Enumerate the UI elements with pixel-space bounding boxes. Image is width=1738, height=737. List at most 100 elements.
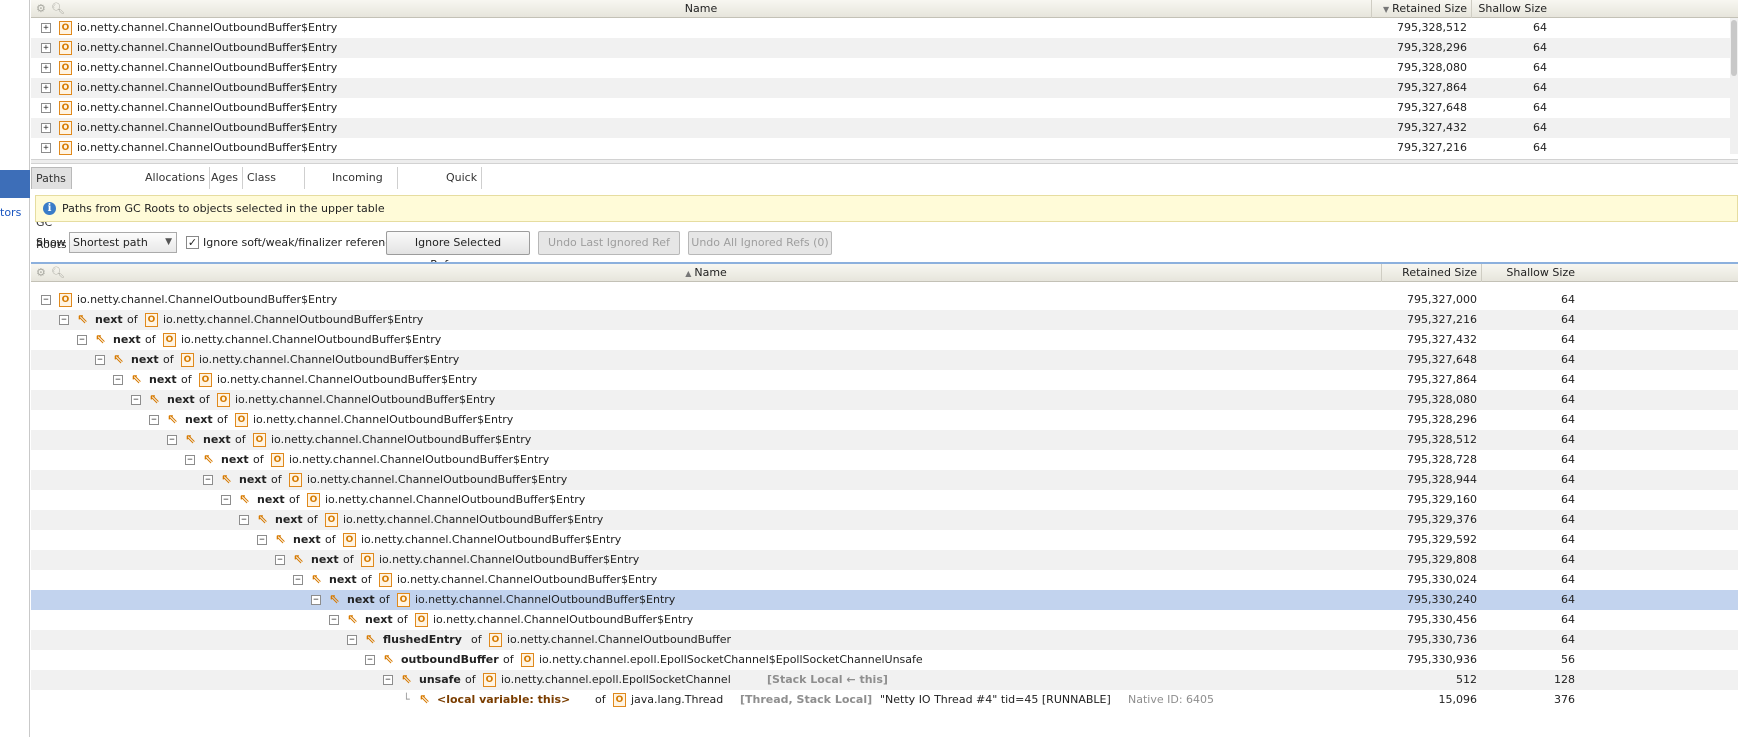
lower-col-shallow[interactable]: Shallow Size (1481, 264, 1581, 282)
collapse-icon[interactable]: − (77, 335, 87, 345)
expand-icon[interactable]: + (41, 103, 51, 113)
table-row[interactable]: − ⇖ next of Oio.netty.channel.ChannelOutboun… (31, 530, 1738, 550)
object-icon: O (217, 393, 230, 407)
collapse-icon[interactable]: − (329, 615, 339, 625)
table-row[interactable]: + Oio.netty.channel.ChannelOutboundBuffer… (31, 138, 1738, 158)
table-row[interactable]: − ⇖ next of Oio.netty.channel.ChannelOutboun… (31, 350, 1738, 370)
row-class-name: io.netty.channel.ChannelOutboundBuffer$E… (77, 61, 338, 74)
table-row[interactable]: − ⇖ next of Oio.netty.channel.ChannelOutboun… (31, 450, 1738, 470)
undo-all-button[interactable]: Undo All Ignored Refs (0) (688, 231, 832, 255)
upper-col-name[interactable]: Name (31, 0, 1371, 18)
tab-quick-info[interactable]: Quick Info (442, 167, 483, 206)
collapse-icon[interactable]: − (59, 315, 69, 325)
row-retained-size: 795,328,080 (1407, 393, 1477, 406)
table-row[interactable]: − ⇖ unsafe of Oio.netty.channel.epoll.EpollS… (31, 670, 1738, 690)
collapse-icon[interactable]: − (275, 555, 285, 565)
tab-paths-from-gc-roots[interactable]: Paths from GC Roots (31, 167, 72, 251)
tree-connector: └ (403, 693, 410, 706)
object-icon: O (397, 593, 410, 607)
expand-icon[interactable]: + (41, 83, 51, 93)
table-row[interactable]: − ⇖ next of Oio.netty.channel.ChannelOutboun… (31, 550, 1738, 570)
show-select[interactable]: Shortest path ▼ (69, 232, 177, 253)
table-row[interactable]: − ⇖ next of Oio.netty.channel.ChannelOutboun… (31, 490, 1738, 510)
row-class-name: io.netty.channel.ChannelOutboundBuffer$E… (199, 353, 460, 366)
field-name: next (311, 553, 339, 566)
collapse-icon[interactable]: − (149, 415, 159, 425)
table-row[interactable]: − ⇖ next of Oio.netty.channel.ChannelOutboun… (31, 410, 1738, 430)
table-row[interactable]: − ⇖ next of Oio.netty.channel.ChannelOutboun… (31, 430, 1738, 450)
table-row[interactable]: − ⇖ next of Oio.netty.channel.ChannelOutboun… (31, 370, 1738, 390)
expand-icon[interactable]: + (41, 63, 51, 73)
collapse-icon[interactable]: − (383, 675, 393, 685)
field-name: next (95, 313, 123, 326)
object-icon: O (235, 413, 248, 427)
reference-arrow-icon: ⇖ (401, 672, 412, 687)
tab-allocations[interactable]: Allocations (141, 167, 210, 189)
collapse-icon[interactable]: − (293, 575, 303, 585)
lower-col-name[interactable]: ▲ Name (31, 264, 1381, 282)
row-shallow-size: 64 (1561, 593, 1575, 606)
upper-scroll-thumb[interactable] (1731, 20, 1737, 76)
undo-last-button[interactable]: Undo Last Ignored Ref (538, 231, 680, 255)
lower-col-retained[interactable]: Retained Size (1381, 264, 1481, 282)
expand-icon[interactable]: + (41, 43, 51, 53)
table-row[interactable]: + Oio.netty.channel.ChannelOutboundBuffer… (31, 118, 1738, 138)
upper-col-retained[interactable]: ▼ Retained Size (1371, 0, 1471, 18)
table-row[interactable]: − ⇖ next of Oio.netty.channel.ChannelOutboun… (31, 570, 1738, 590)
ignore-soft-checkbox[interactable]: ✓ (186, 236, 199, 249)
table-row[interactable]: − ⇖ next of Oio.netty.channel.ChannelOutboun… (31, 610, 1738, 630)
collapse-icon[interactable]: − (41, 295, 51, 305)
table-row[interactable]: + Oio.netty.channel.ChannelOutboundBuffer… (31, 58, 1738, 78)
of-label: of (253, 453, 264, 466)
expand-icon[interactable]: + (41, 143, 51, 153)
splitter[interactable] (31, 159, 1738, 164)
table-row[interactable]: − ⇖ next of Oio.netty.channel.ChannelOutboun… (31, 590, 1738, 610)
row-retained-size: 795,327,432 (1407, 333, 1477, 346)
upper-col-shallow[interactable]: Shallow Size (1471, 0, 1551, 18)
ignore-selected-button[interactable]: Ignore Selected Reference (386, 231, 530, 271)
collapse-icon[interactable]: − (131, 395, 141, 405)
collapse-icon[interactable]: − (239, 515, 249, 525)
field-name: next (149, 373, 177, 386)
collapse-icon[interactable]: − (257, 535, 267, 545)
table-row[interactable]: + Oio.netty.channel.ChannelOutboundBuffer… (31, 78, 1738, 98)
collapse-icon[interactable]: − (95, 355, 105, 365)
row-class-name: io.netty.channel.ChannelOutboundBuffer (507, 633, 732, 646)
table-row[interactable]: + Oio.netty.channel.ChannelOutboundBuffer… (31, 18, 1738, 38)
expand-icon[interactable]: + (41, 23, 51, 33)
table-row[interactable]: − ⇖ flushedEntry of Oio.netty.channel.Channe… (31, 630, 1738, 650)
row-shallow-size: 64 (1561, 373, 1575, 386)
sort-desc-icon: ▼ (1383, 5, 1390, 14)
collapse-icon[interactable]: − (221, 495, 231, 505)
tab-class-hierarchy[interactable]: Class Hierarchy (243, 167, 306, 206)
table-row[interactable]: − ⇖ next of Oio.netty.channel.ChannelOutboun… (31, 330, 1738, 350)
object-icon: O (199, 373, 212, 387)
collapse-icon[interactable]: − (365, 655, 375, 665)
collapse-icon[interactable]: − (347, 635, 357, 645)
expand-icon[interactable]: + (41, 123, 51, 133)
collapse-icon[interactable]: − (113, 375, 123, 385)
collapse-icon[interactable]: − (185, 455, 195, 465)
collapse-icon[interactable]: − (167, 435, 177, 445)
table-row[interactable]: − ⇖ next of Oio.netty.channel.ChannelOutboun… (31, 510, 1738, 530)
collapse-icon[interactable]: − (311, 595, 321, 605)
table-row[interactable]: └ ⇖ <local variable: this> of Ojava.lang.Thr… (31, 690, 1738, 710)
table-row[interactable]: − Oio.netty.channel.ChannelOutboundBuffer… (31, 290, 1738, 310)
of-label: of (181, 373, 192, 386)
left-sidebar: tors (0, 0, 30, 737)
row-retained-size: 795,328,944 (1407, 473, 1477, 486)
sidebar-link[interactable]: tors (0, 206, 21, 219)
table-row[interactable]: − ⇖ next of Oio.netty.channel.ChannelOutboun… (31, 310, 1738, 330)
table-row[interactable]: − ⇖ next of Oio.netty.channel.ChannelOutboun… (31, 470, 1738, 490)
table-row[interactable]: − ⇖ next of Oio.netty.channel.ChannelOutboun… (31, 390, 1738, 410)
sidebar-selected-item[interactable] (0, 170, 30, 198)
table-row[interactable]: + Oio.netty.channel.ChannelOutboundBuffer… (31, 38, 1738, 58)
table-row[interactable]: − ⇖ outboundBuffer of Oio.netty.channel.epol… (31, 650, 1738, 670)
collapse-icon[interactable]: − (203, 475, 213, 485)
table-row[interactable]: + Oio.netty.channel.ChannelOutboundBuffer… (31, 98, 1738, 118)
tab-ages[interactable]: Ages (207, 167, 244, 189)
tab-incoming-references[interactable]: Incoming References (328, 167, 399, 206)
upper-scrollbar[interactable] (1730, 18, 1738, 154)
reference-arrow-icon: ⇖ (221, 472, 232, 487)
ignore-soft-label[interactable]: Ignore soft/weak/finalizer references (203, 231, 404, 255)
